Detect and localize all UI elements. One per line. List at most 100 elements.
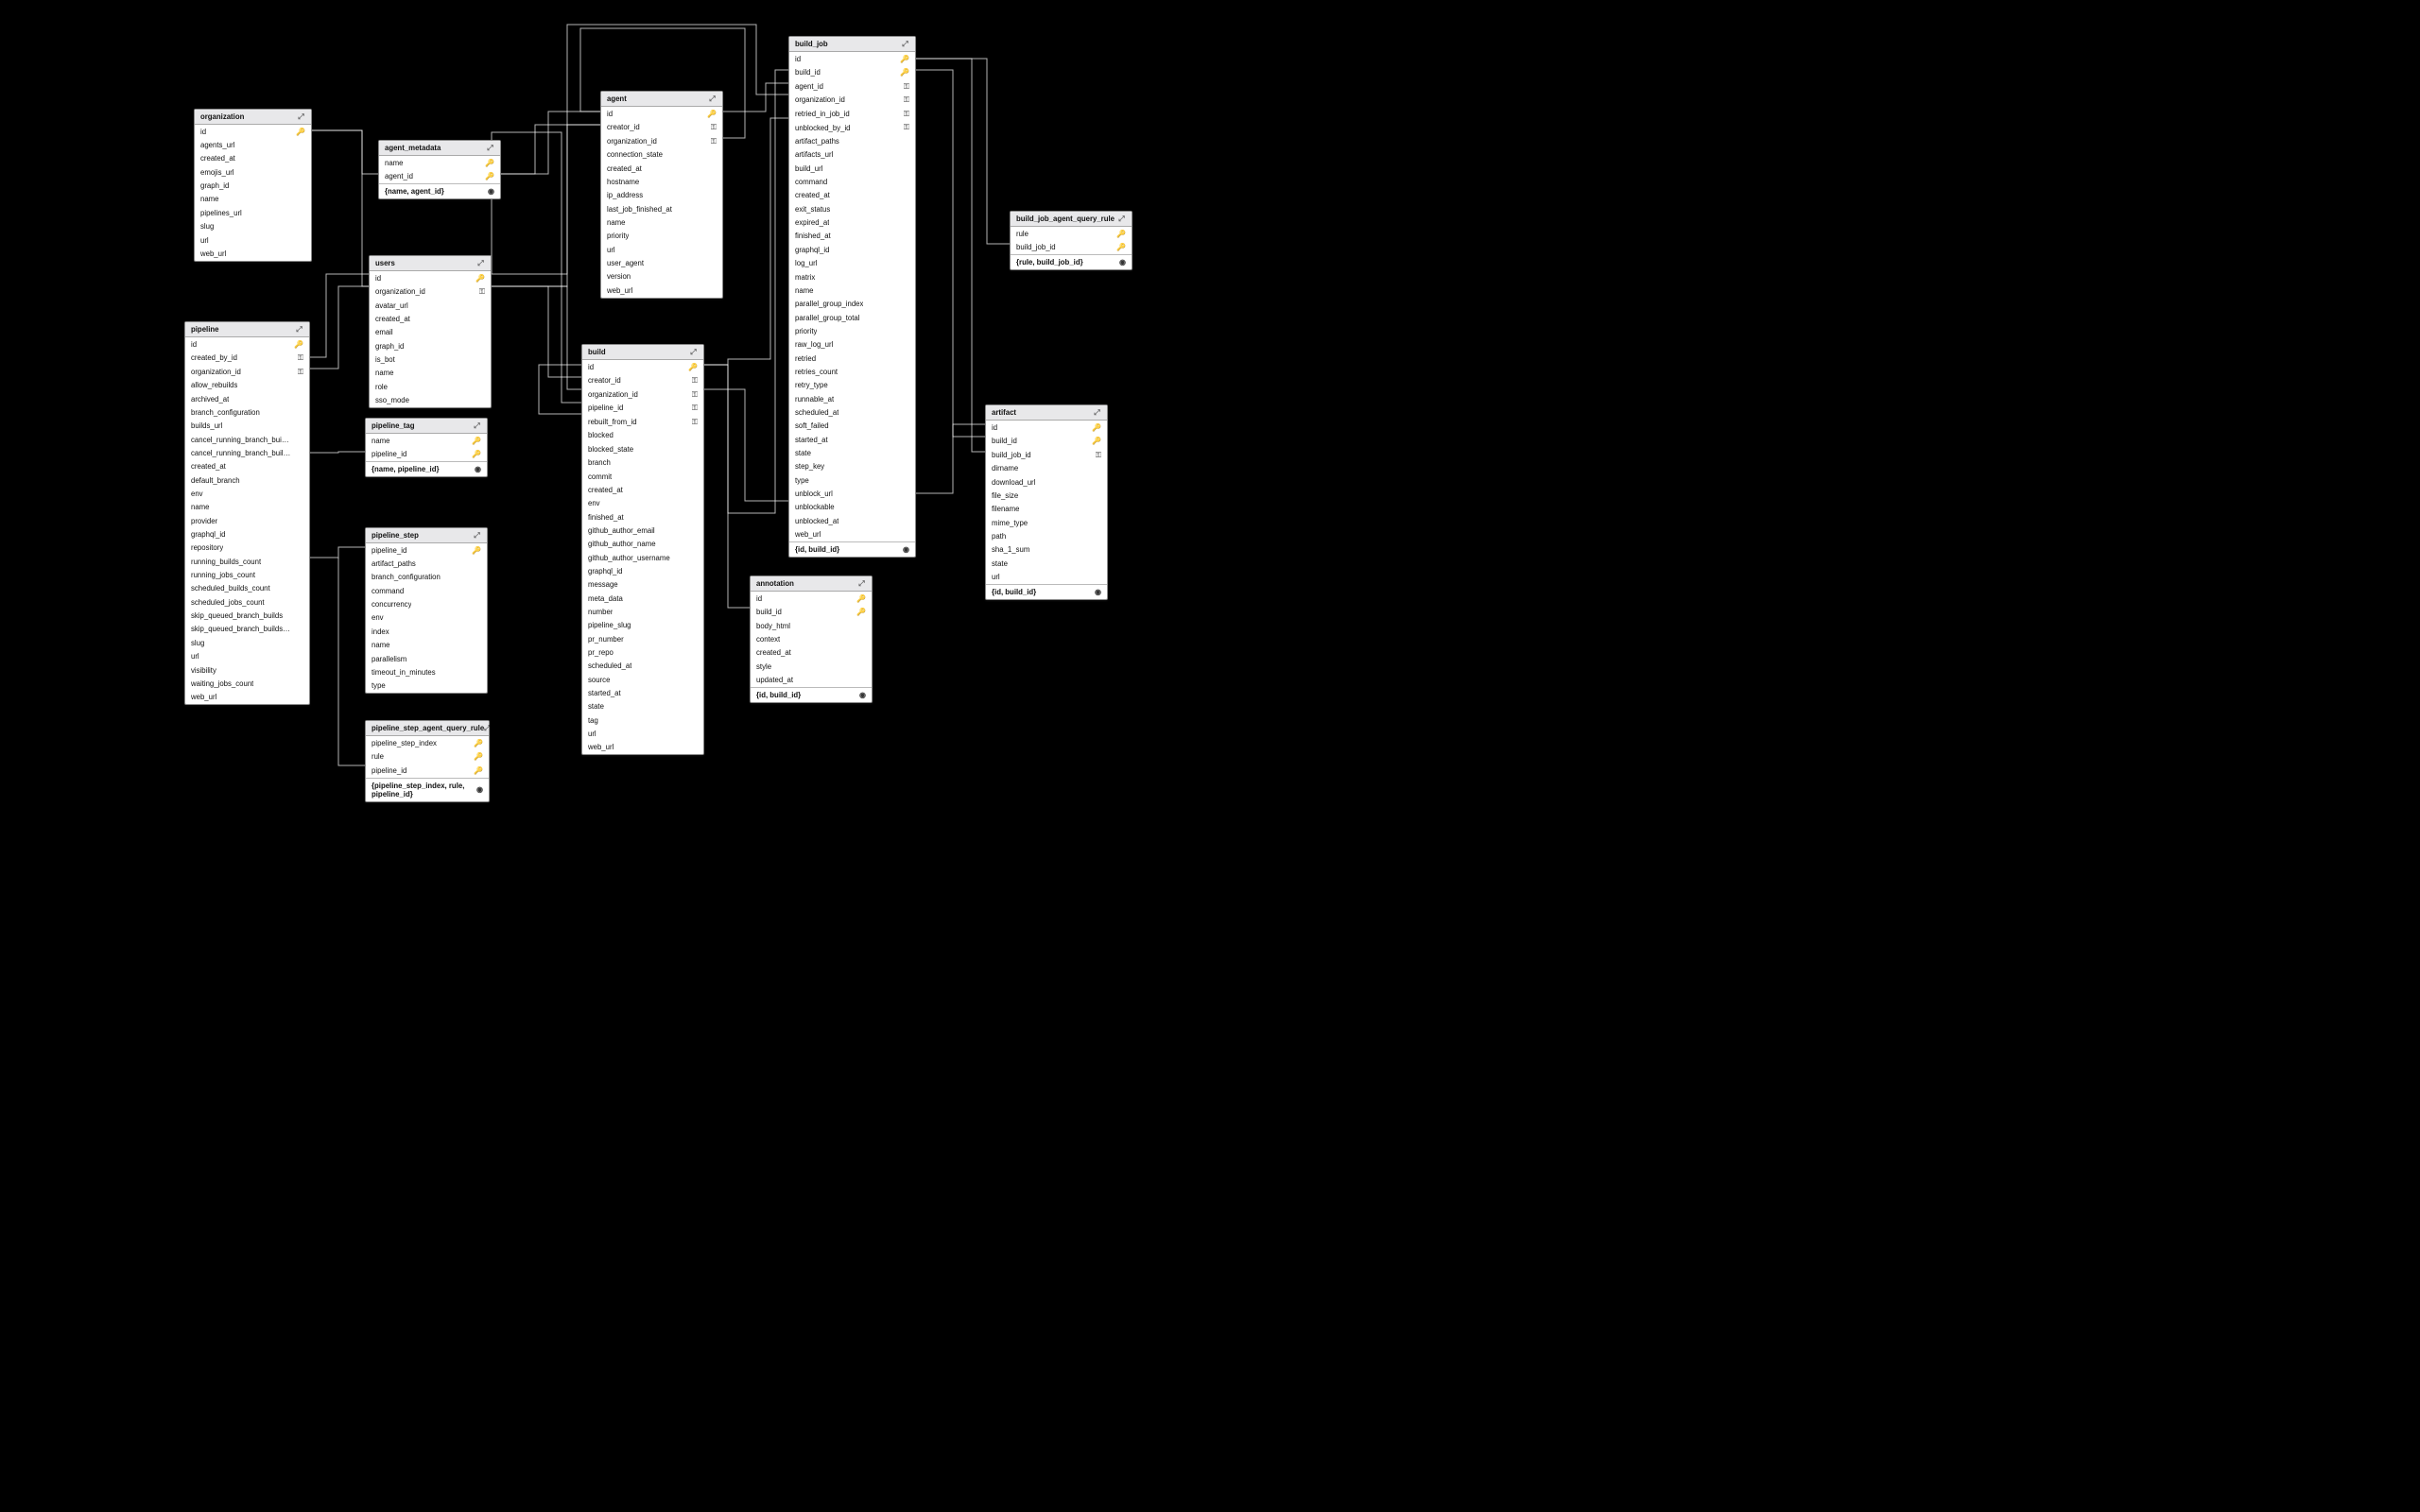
expand-icon[interactable]: ⤢ xyxy=(295,325,303,334)
column-row[interactable]: parallel_group_total xyxy=(789,311,915,324)
column-row[interactable]: pipeline_step_index🔑 xyxy=(366,736,489,750)
column-row[interactable]: index xyxy=(366,625,487,638)
column-row[interactable]: pr_repo xyxy=(582,645,703,659)
column-row[interactable]: rule🔑 xyxy=(1011,227,1132,241)
column-row[interactable]: build_job_id🔑 xyxy=(1011,241,1132,255)
table-header[interactable]: pipeline⤢ xyxy=(185,322,309,337)
column-row[interactable]: file_size xyxy=(986,489,1107,502)
column-row[interactable]: slug xyxy=(195,220,311,233)
column-row[interactable]: download_url xyxy=(986,475,1107,489)
column-row[interactable]: graph_id xyxy=(370,339,491,352)
column-row[interactable]: name🔑 xyxy=(379,156,500,170)
column-row[interactable]: scheduled_at xyxy=(582,660,703,673)
column-row[interactable]: pipeline_id🔑 xyxy=(366,543,487,558)
table-pipeline_tag[interactable]: pipeline_tag⤢name🔑pipeline_id🔑{name, pip… xyxy=(365,418,488,477)
column-row[interactable]: log_url xyxy=(789,257,915,270)
column-row[interactable]: finished_at xyxy=(789,230,915,243)
column-row[interactable]: parallelism xyxy=(366,652,487,665)
table-pipeline_step_agent_query_rule[interactable]: pipeline_step_agent_query_rule⤢pipeline_… xyxy=(365,720,490,802)
column-row[interactable]: env xyxy=(582,497,703,510)
table-header[interactable]: artifact⤢ xyxy=(986,405,1107,421)
column-row[interactable]: priority xyxy=(789,324,915,337)
column-row[interactable]: created_at xyxy=(789,189,915,202)
column-row[interactable]: state xyxy=(789,446,915,459)
expand-icon[interactable]: ⤢ xyxy=(1093,408,1101,417)
column-row[interactable]: id🔑 xyxy=(195,125,311,139)
column-row[interactable]: name xyxy=(185,501,309,514)
column-row[interactable]: type xyxy=(366,679,487,693)
column-row[interactable]: unblocked_by_id⚿ xyxy=(789,121,915,135)
column-row[interactable]: branch_configuration xyxy=(366,571,487,584)
column-row[interactable]: state xyxy=(986,557,1107,570)
column-row[interactable]: web_url xyxy=(582,741,703,754)
column-row[interactable]: retries_count xyxy=(789,365,915,378)
column-row[interactable]: organization_id⚿ xyxy=(601,134,722,148)
column-row[interactable]: default_branch xyxy=(185,473,309,487)
column-row[interactable]: creator_id⚿ xyxy=(601,121,722,135)
expand-icon[interactable]: ⤢ xyxy=(708,94,717,103)
column-row[interactable]: url xyxy=(986,571,1107,584)
column-row[interactable]: web_url xyxy=(185,691,309,704)
column-row[interactable]: context xyxy=(751,633,872,646)
column-row[interactable]: retried xyxy=(789,352,915,365)
column-row[interactable]: artifacts_url xyxy=(789,148,915,162)
column-row[interactable]: id🔑 xyxy=(601,107,722,121)
column-row[interactable]: emojis_url xyxy=(195,165,311,179)
column-row[interactable]: timeout_in_minutes xyxy=(366,665,487,679)
column-row[interactable]: provider xyxy=(185,514,309,527)
column-row[interactable]: web_url xyxy=(789,528,915,541)
column-row[interactable]: created_at xyxy=(370,313,491,326)
table-header[interactable]: pipeline_tag⤢ xyxy=(366,419,487,434)
column-row[interactable]: build_id🔑 xyxy=(789,66,915,80)
column-row[interactable]: finished_at xyxy=(582,510,703,524)
column-row[interactable]: running_jobs_count xyxy=(185,569,309,582)
column-row[interactable]: created_at xyxy=(601,162,722,175)
expand-icon[interactable]: ⤢ xyxy=(297,112,305,121)
column-row[interactable]: matrix xyxy=(789,270,915,284)
column-row[interactable]: build_url xyxy=(789,162,915,175)
column-row[interactable]: creator_id⚿ xyxy=(582,374,703,388)
column-row[interactable]: env xyxy=(366,611,487,625)
column-row[interactable]: agents_url xyxy=(195,139,311,152)
table-build_job[interactable]: build_job⤢id🔑build_id🔑agent_id⚿organizat… xyxy=(788,36,916,558)
column-row[interactable]: url xyxy=(582,728,703,741)
column-row[interactable]: pipeline_id⚿ xyxy=(582,402,703,416)
column-row[interactable]: scheduled_at xyxy=(789,405,915,419)
column-row[interactable]: started_at xyxy=(789,433,915,446)
column-row[interactable]: pipeline_id🔑 xyxy=(366,448,487,462)
column-row[interactable]: build_job_id⚿ xyxy=(986,448,1107,462)
table-users[interactable]: users⤢id🔑organization_id⚿avatar_urlcreat… xyxy=(369,255,492,408)
column-row[interactable]: name xyxy=(195,193,311,206)
column-row[interactable]: branch_configuration xyxy=(185,405,309,419)
column-row[interactable]: rule🔑 xyxy=(366,750,489,765)
column-row[interactable]: created_at xyxy=(582,483,703,496)
column-row[interactable]: web_url xyxy=(195,247,311,260)
column-row[interactable]: runnable_at xyxy=(789,392,915,405)
table-pipeline_step[interactable]: pipeline_step⤢pipeline_id🔑artifact_paths… xyxy=(365,527,488,694)
table-header[interactable]: organization⤢ xyxy=(195,110,311,125)
table-pipeline[interactable]: pipeline⤢id🔑created_by_id⚿organization_i… xyxy=(184,321,310,705)
column-row[interactable]: name🔑 xyxy=(366,434,487,448)
column-row[interactable]: slug xyxy=(185,636,309,649)
table-header[interactable]: agent_metadata⤢ xyxy=(379,141,500,156)
column-row[interactable]: commit xyxy=(582,470,703,483)
column-row[interactable]: hostname xyxy=(601,175,722,188)
column-row[interactable]: build_id🔑 xyxy=(986,435,1107,449)
column-row[interactable]: url xyxy=(601,243,722,256)
column-row[interactable]: scheduled_builds_count xyxy=(185,582,309,595)
expand-icon[interactable]: ⤢ xyxy=(484,724,490,732)
column-row[interactable]: env xyxy=(185,488,309,501)
column-row[interactable]: archived_at xyxy=(185,392,309,405)
column-row[interactable]: github_author_name xyxy=(582,538,703,551)
column-row[interactable]: tag xyxy=(582,713,703,727)
column-row[interactable]: running_builds_count xyxy=(185,555,309,568)
column-row[interactable]: artifact_paths xyxy=(366,558,487,571)
column-row[interactable]: blocked xyxy=(582,429,703,442)
column-row[interactable]: organization_id⚿ xyxy=(370,285,491,300)
column-row[interactable]: cancel_running_branch_builds_filter xyxy=(185,447,309,460)
column-row[interactable]: meta_data xyxy=(582,592,703,605)
column-row[interactable]: graphql_id xyxy=(185,528,309,541)
table-artifact[interactable]: artifact⤢id🔑build_id🔑build_job_id⚿dirnam… xyxy=(985,404,1108,600)
column-row[interactable]: web_url xyxy=(601,284,722,297)
column-row[interactable]: raw_log_url xyxy=(789,338,915,352)
